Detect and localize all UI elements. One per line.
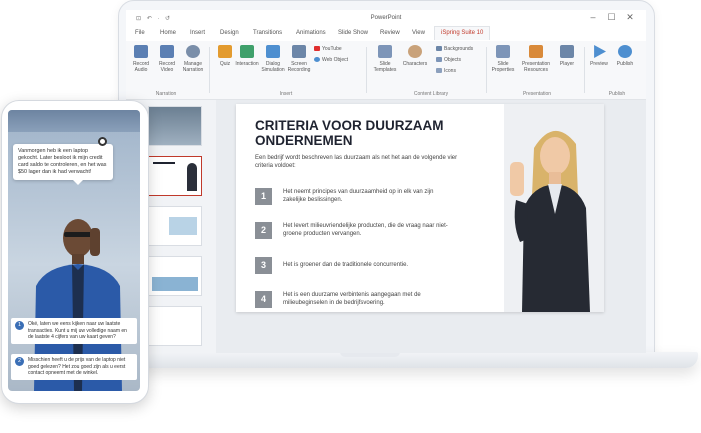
criterion-text: Het levert milieuvriendelijke producten,… bbox=[283, 223, 448, 237]
characters-button[interactable]: Characters bbox=[402, 43, 428, 67]
slide-properties-button[interactable]: Slide Properties bbox=[490, 43, 516, 73]
criterion-number: 2 bbox=[255, 222, 272, 239]
thumb-image bbox=[169, 217, 197, 235]
ribbon-tabs: File Home Insert Design Transitions Anim… bbox=[126, 26, 646, 42]
group-divider bbox=[366, 47, 367, 93]
group-divider bbox=[209, 47, 210, 93]
presentation-resources-icon bbox=[529, 45, 543, 58]
tab-file[interactable]: File bbox=[135, 30, 145, 36]
record-video-button[interactable]: Record Video bbox=[154, 43, 180, 73]
group-divider bbox=[584, 47, 585, 93]
thumb-image bbox=[152, 277, 198, 291]
preview-button[interactable]: Preview bbox=[586, 43, 612, 67]
group-label-presentation: Presentation bbox=[522, 91, 552, 97]
player-icon bbox=[560, 45, 574, 58]
title-bar: ⊡ ↶ · ↺ PowerPoint – ☐ ✕ bbox=[126, 10, 646, 27]
thumb-title-line bbox=[153, 162, 175, 164]
phone-scene-background bbox=[8, 110, 140, 132]
slide-templates-button[interactable]: Slide Templates bbox=[372, 43, 398, 73]
close-button[interactable]: ✕ bbox=[622, 12, 638, 23]
tab-animations[interactable]: Animations bbox=[296, 30, 326, 36]
screen-recording-button[interactable]: Screen Recording bbox=[286, 43, 312, 73]
choice-text: Misschien heeft u de prijs van de laptop… bbox=[28, 357, 126, 376]
slide-title: CRITERIA VOOR DUURZAAM ONDERNEMEN bbox=[255, 118, 444, 148]
globe-icon bbox=[618, 45, 632, 58]
slide-properties-icon bbox=[496, 45, 510, 58]
window-title: PowerPoint bbox=[370, 15, 402, 21]
quiz-icon bbox=[218, 45, 232, 58]
icons-icon bbox=[436, 68, 442, 74]
group-divider bbox=[486, 47, 487, 93]
choice-number: 2 bbox=[15, 357, 24, 366]
slide-thumbnail[interactable] bbox=[148, 306, 202, 346]
minimize-button[interactable]: – bbox=[585, 12, 601, 22]
tab-view[interactable]: View bbox=[412, 30, 425, 36]
criterion-text: Het is groener dan de traditionele concu… bbox=[283, 262, 409, 268]
criterion-number: 4 bbox=[255, 291, 272, 308]
interaction-button[interactable]: Interaction bbox=[234, 43, 260, 67]
criterion-text: Het is een duurzame verbintenis aangegaa… bbox=[283, 292, 421, 306]
powerpoint-window: ⊡ ↶ · ↺ PowerPoint – ☐ ✕ File Home Inser… bbox=[126, 10, 646, 353]
presenter-photo bbox=[504, 104, 604, 312]
criterion-number: 3 bbox=[255, 257, 272, 274]
laptop-base bbox=[108, 352, 698, 368]
group-label-insert: Insert bbox=[279, 91, 293, 97]
screen-recording-icon bbox=[292, 45, 306, 58]
answer-choice-2[interactable]: 2 Misschien heeft u de prijs van de lapt… bbox=[11, 354, 137, 380]
phone-screen: Vanmorgen heb ik een laptop gekocht. Lat… bbox=[8, 110, 140, 391]
slide-templates-icon bbox=[378, 45, 392, 58]
character-speech-bubble: Vanmorgen heb ik een laptop gekocht. Lat… bbox=[13, 144, 113, 185]
choice-text: Oké, laten we eens kijken naar uw laatst… bbox=[28, 321, 127, 340]
interaction-icon bbox=[240, 45, 254, 58]
microphone-icon bbox=[134, 45, 148, 58]
ribbon: Record Audio Record Video Manage Narrati… bbox=[126, 41, 646, 100]
slide-thumbnail[interactable] bbox=[148, 206, 202, 246]
globe-icon bbox=[314, 57, 320, 63]
tab-design[interactable]: Design bbox=[220, 30, 239, 36]
presentation-resources-button[interactable]: Presentation Resources bbox=[519, 43, 553, 73]
slide-thumbnail[interactable] bbox=[148, 106, 202, 146]
tab-slide-show[interactable]: Slide Show bbox=[338, 30, 368, 36]
window-controls: – ☐ ✕ bbox=[585, 12, 638, 23]
slide-thumbnail[interactable] bbox=[148, 156, 202, 196]
objects-button[interactable]: Objects bbox=[436, 57, 461, 63]
youtube-button[interactable]: YouTube bbox=[314, 46, 342, 52]
character-icon bbox=[408, 45, 422, 58]
maximize-button[interactable]: ☐ bbox=[603, 12, 619, 23]
objects-icon bbox=[436, 57, 442, 63]
tab-review[interactable]: Review bbox=[380, 30, 400, 36]
web-object-button[interactable]: Web Object bbox=[314, 57, 348, 63]
criterion-number: 1 bbox=[255, 188, 272, 205]
audio-play-icon[interactable] bbox=[98, 137, 107, 146]
dialog-simulation-button[interactable]: Dialog Simulation bbox=[260, 43, 286, 73]
record-audio-button[interactable]: Record Audio bbox=[128, 43, 154, 73]
tab-ispring-suite[interactable]: iSpring Suite 10 bbox=[434, 26, 491, 40]
slide-thumbnail[interactable] bbox=[148, 256, 202, 296]
choice-number: 1 bbox=[15, 321, 24, 330]
criterion-text: Het neemt principes van duurzaamheid op … bbox=[283, 189, 434, 203]
slide-intro: Een bedrijf wordt beschreven las duurzaa… bbox=[255, 155, 458, 169]
group-label-publish: Publish bbox=[608, 91, 626, 97]
thumb-person-figure bbox=[187, 163, 197, 191]
tab-home[interactable]: Home bbox=[160, 30, 176, 36]
icons-button[interactable]: Icons bbox=[436, 68, 456, 74]
backgrounds-icon bbox=[436, 46, 442, 52]
dialog-icon bbox=[266, 45, 280, 58]
manage-narration-button[interactable]: Manage Narration bbox=[180, 43, 206, 73]
group-label-content-library: Content Library bbox=[413, 91, 449, 97]
backgrounds-button[interactable]: Backgrounds bbox=[436, 46, 473, 52]
clock-icon bbox=[186, 45, 200, 58]
tab-insert[interactable]: Insert bbox=[190, 30, 205, 36]
youtube-icon bbox=[314, 46, 320, 52]
answer-choice-1[interactable]: 1 Oké, laten we eens kijken naar uw laat… bbox=[11, 318, 137, 344]
player-button[interactable]: Player bbox=[554, 43, 580, 67]
publish-button[interactable]: Publish bbox=[612, 43, 638, 67]
play-icon bbox=[594, 45, 606, 58]
group-label-narration: Narration bbox=[155, 91, 177, 97]
video-camera-icon bbox=[160, 45, 174, 58]
tab-transitions[interactable]: Transitions bbox=[253, 30, 282, 36]
main-slide[interactable]: CRITERIA VOOR DUURZAAM ONDERNEMEN Een be… bbox=[236, 104, 604, 312]
